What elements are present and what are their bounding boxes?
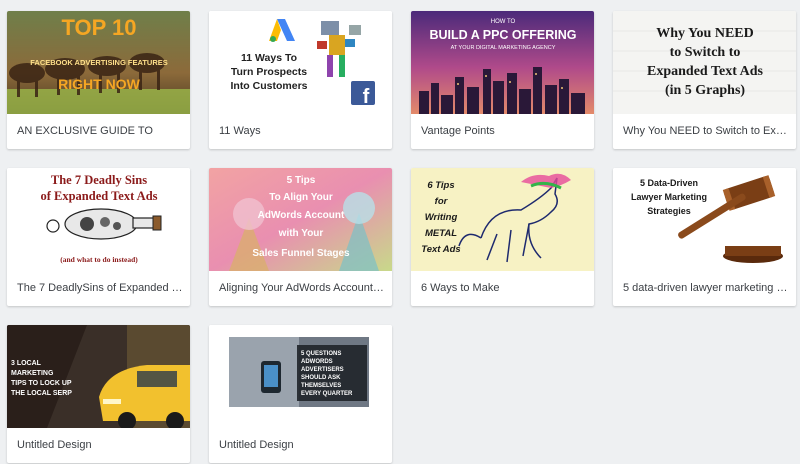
thumb-line: Strategies [647,206,691,216]
thumb-line: Text Ads [421,244,460,255]
design-thumbnail[interactable]: 11 Ways To Turn Prospects Into Customers… [209,11,392,114]
thumb-title: TOP 10 [61,15,136,40]
design-thumbnail[interactable]: 6 Tips for Writing METAL Text Ads [411,168,594,271]
design-title[interactable]: Untitled Design [219,428,386,463]
phone-icon [261,361,281,393]
thumb-line: MARKETING [11,370,54,377]
design-thumbnail[interactable]: 3 LOCAL MARKETING TIPS TO LOCK UP THE LO… [7,325,190,428]
thumb-line: Lawyer Marketing [631,192,707,202]
thumb-line: Sales Funnel Stages [252,248,350,259]
thumb-line: Writing [425,212,458,223]
design-card[interactable]: 6 Tips for Writing METAL Text Ads 6 Ways… [411,168,594,306]
design-card[interactable]: 11 Ways To Turn Prospects Into Customers… [209,11,392,149]
thumb-line: AdWords Account [258,210,345,221]
design-thumbnail[interactable]: TOP 10 FACEBOOK ADVERTISING FEATURES RIG… [7,11,190,114]
thumb-line: with Your [278,228,324,239]
design-card[interactable]: 5 Tips To Align Your AdWords Account wit… [209,168,392,306]
thumb-line: METAL [425,228,457,239]
thumb-line: FACEBOOK ADVERTISING FEATURES [30,58,168,67]
thumb-line: ADVERTISERS [301,367,344,373]
design-card[interactable]: TOP 10 FACEBOOK ADVERTISING FEATURES RIG… [7,11,190,149]
thumb-line: AT YOUR DIGITAL MARKETING AGENCY [451,45,556,51]
design-thumbnail[interactable]: 5 Data-Driven Lawyer Marketing Strategie… [613,168,796,271]
thumb-line: Why You NEED [656,26,754,41]
design-card[interactable]: 3 LOCAL MARKETING TIPS TO LOCK UP THE LO… [7,325,190,463]
design-title[interactable]: Vantage Points [421,114,588,149]
thumb-line: HOW TO [491,19,516,25]
design-grid: TOP 10 FACEBOOK ADVERTISING FEATURES RIG… [0,0,800,464]
design-thumbnail[interactable]: 5 Tips To Align Your AdWords Account wit… [209,168,392,271]
design-card[interactable]: 5 QUESTIONS ADWORDS ADVERTISERS SHOULD A… [209,325,392,463]
thumb-line: THE LOCAL SERP [11,390,72,397]
design-title[interactable]: 6 Ways to Make [421,271,588,306]
design-title[interactable]: 11 Ways [219,114,386,149]
thumb-line: 6 Tips [427,180,454,191]
design-title[interactable]: 5 data-driven lawyer marketing strategie… [623,271,790,306]
thumb-line: (in 5 Graphs) [665,83,745,98]
thumb-line: To Align Your [269,192,333,203]
svg-text:f: f [363,86,370,108]
design-card[interactable]: The 7 Deadly Sins of Expanded Text Ads (… [7,168,190,306]
design-title[interactable]: The 7 DeadlySins of Expanded Text Ads [17,271,184,306]
thumb-line: RIGHT NOW [58,76,140,92]
design-card[interactable]: HOW TO BUILD A PPC OFFERING AT YOUR DIGI… [411,11,594,149]
thumb-line: THEMSELVES [301,383,341,389]
design-title[interactable]: Aligning Your AdWords Account with Your … [219,271,386,306]
thumb-line: Turn Prospects [231,66,307,78]
thumb-line: The 7 Deadly Sins [51,173,147,187]
thumb-line: 5 QUESTIONS [301,351,341,357]
thumb-line: of Expanded Text Ads [40,189,157,203]
design-thumbnail[interactable]: HOW TO BUILD A PPC OFFERING AT YOUR DIGI… [411,11,594,114]
design-card[interactable]: Why You NEED to Switch to Expanded Text … [613,11,796,149]
design-thumbnail[interactable]: The 7 Deadly Sins of Expanded Text Ads (… [7,168,190,271]
thumb-line: ADWORDS [301,359,333,365]
thumb-title: BUILD A PPC OFFERING [430,28,577,42]
thumb-line: 3 LOCAL [11,360,42,367]
thumb-line: (and what to do instead) [60,255,138,264]
thumb-line: Into Customers [230,80,307,92]
thumb-line: TIPS TO LOCK UP [11,380,72,387]
thumb-line: 11 Ways To [241,52,297,64]
thumb-line: for [435,196,449,207]
design-title[interactable]: Why You NEED to Switch to Expanded Text … [623,114,790,149]
thumb-line: SHOULD ASK [301,375,341,381]
thumb-line: 5 Data-Driven [640,178,698,188]
design-title[interactable]: AN EXCLUSIVE GUIDE TO [17,114,184,149]
thumb-line: Expanded Text Ads [647,64,763,79]
thumb-line: EVERY QUARTER [301,391,353,397]
design-thumbnail[interactable]: 5 QUESTIONS ADWORDS ADVERTISERS SHOULD A… [209,325,392,428]
thumb-line: 5 Tips [287,175,316,186]
thumb-line: to Switch to [670,45,741,60]
design-thumbnail[interactable]: Why You NEED to Switch to Expanded Text … [613,11,796,114]
design-title[interactable]: Untitled Design [17,428,184,463]
design-card[interactable]: 5 Data-Driven Lawyer Marketing Strategie… [613,168,796,306]
